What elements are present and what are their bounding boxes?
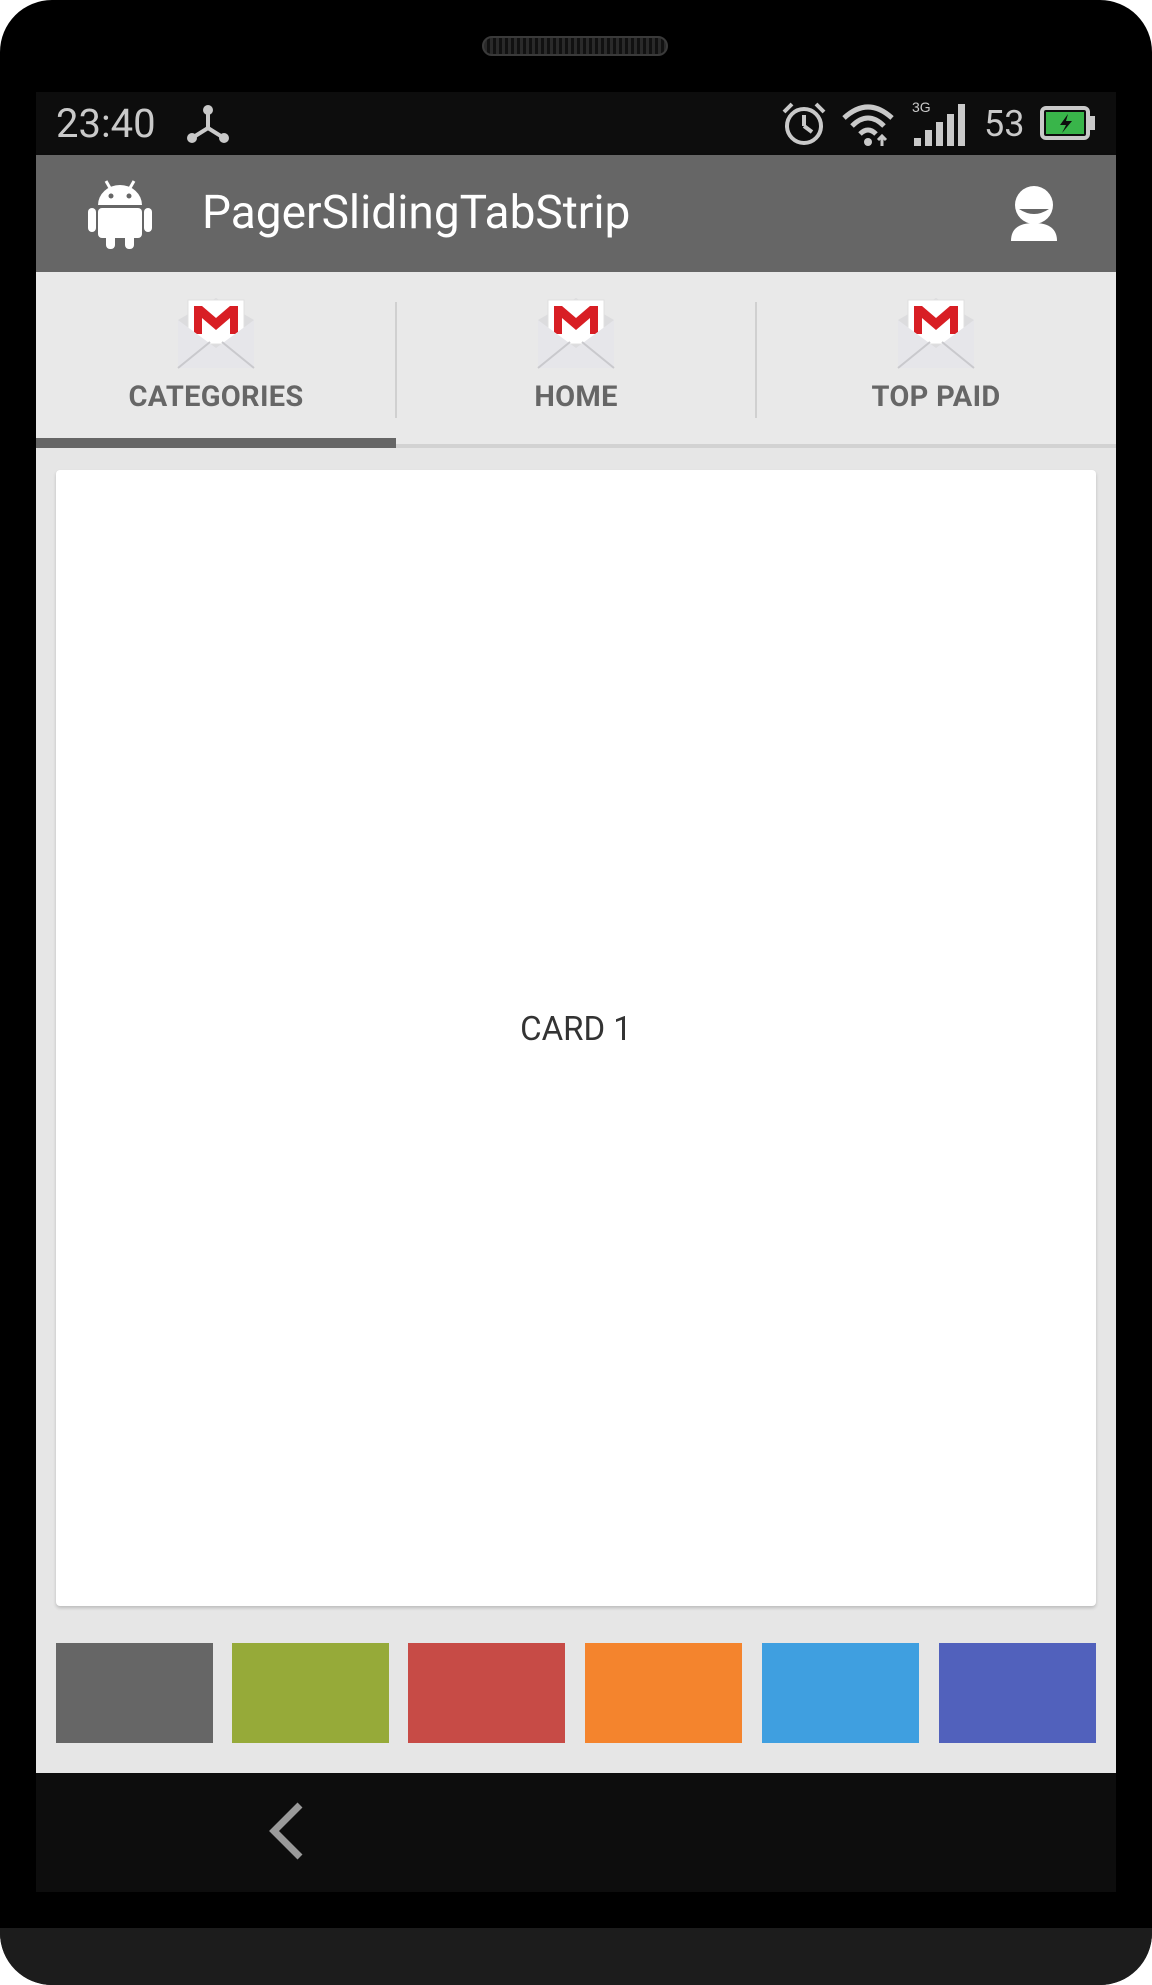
screen: 23:40 3G 53 PagerSlidingTabStrip CATEGOR… <box>36 92 1116 1892</box>
color-swatch-red[interactable] <box>408 1643 565 1743</box>
tab-label: TOP PAID <box>871 380 1001 414</box>
battery-level: 53 <box>984 103 1025 145</box>
contact-icon[interactable] <box>1009 185 1059 241</box>
bottom-bezel <box>0 1928 1152 1985</box>
navigation-bar <box>36 1773 1116 1892</box>
content-card[interactable]: CARD 1 <box>56 470 1096 1606</box>
phone-frame: 23:40 3G 53 PagerSlidingTabStrip CATEGOR… <box>0 0 1152 1985</box>
color-swatch-indigo[interactable] <box>939 1643 1096 1743</box>
color-swatch-gray[interactable] <box>56 1643 213 1743</box>
tab-indicator <box>36 438 396 448</box>
cell-signal-icon: 3G <box>912 99 965 146</box>
gmail-icon <box>897 298 975 369</box>
gmail-icon <box>537 298 615 369</box>
action-bar: PagerSlidingTabStrip <box>36 155 1116 272</box>
color-swatch-blue[interactable] <box>762 1643 919 1743</box>
tab-label: HOME <box>534 380 618 414</box>
tab-categories[interactable]: CATEGORIES <box>36 272 396 444</box>
usb-debug-icon <box>187 105 229 143</box>
svg-text:3G: 3G <box>912 99 931 115</box>
tab-label: CATEGORIES <box>128 380 304 414</box>
app-title: PagerSlidingTabStrip <box>202 186 631 240</box>
wifi-icon <box>842 104 894 146</box>
status-bar: 23:40 3G 53 <box>36 92 1116 155</box>
battery-charging-icon <box>1040 106 1095 140</box>
color-swatch-green[interactable] <box>232 1643 389 1743</box>
tab-top-paid[interactable]: TOP PAID <box>756 272 1116 444</box>
back-chevron-icon[interactable] <box>258 1799 322 1863</box>
gmail-icon <box>177 298 255 369</box>
tab-home[interactable]: HOME <box>396 272 756 444</box>
alarm-icon <box>782 102 826 145</box>
card-label: CARD 1 <box>520 1010 632 1049</box>
status-time: 23:40 <box>56 100 156 147</box>
tab-strip: CATEGORIES HOME TOP PAID <box>36 272 1116 448</box>
color-swatch-orange[interactable] <box>585 1643 742 1743</box>
earpiece-speaker <box>482 36 668 56</box>
android-icon[interactable] <box>88 177 152 249</box>
